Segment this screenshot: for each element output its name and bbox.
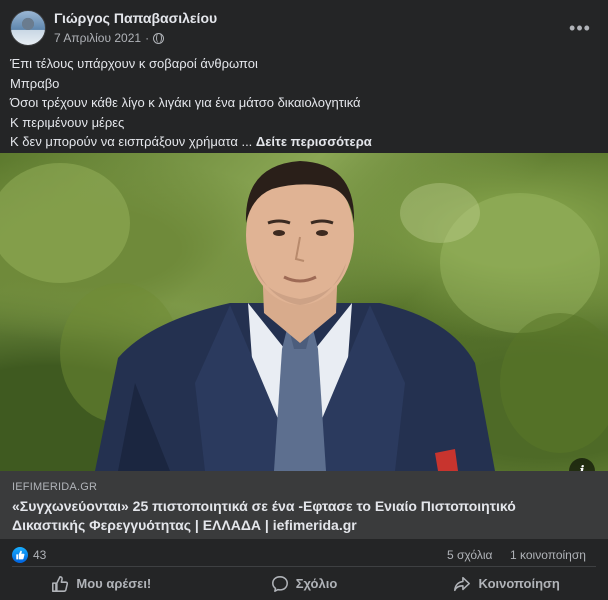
- globe-icon[interactable]: [153, 32, 165, 44]
- comment-label: Σχόλιο: [295, 576, 338, 591]
- post-date[interactable]: 7 Απριλίου 2021: [54, 31, 141, 45]
- share-button[interactable]: Κοινοποίηση: [405, 567, 608, 600]
- post-text-line-5: Κ δεν μπορούν να εισπράξουν χρήματα: [10, 134, 238, 149]
- see-more-link[interactable]: Δείτε περισσότερα: [256, 134, 372, 149]
- more-options-button[interactable]: •••: [566, 14, 594, 42]
- link-preview-image[interactable]: [0, 153, 608, 471]
- thumbs-up-icon[interactable]: [12, 547, 28, 563]
- meta-separator: ·: [145, 31, 150, 45]
- thumbs-up-outline-icon: [52, 575, 69, 592]
- more-horizontal-icon: •••: [569, 17, 591, 38]
- share-label: Κοινοποίηση: [478, 576, 560, 591]
- post-text: Έπι τέλους υπάρχουν κ σοβαροί άνθρωποι Μ…: [10, 54, 600, 152]
- thumbs-up-glyph: [16, 550, 25, 560]
- ellipsis: ...: [237, 134, 256, 149]
- like-label: Μου αρέσει!: [76, 576, 152, 591]
- shares-count[interactable]: 1 κοινοποίηση: [510, 548, 586, 562]
- facebook-post: Γιώργος Παπαβασιλείου 7 Απριλίου 2021 · …: [0, 0, 608, 600]
- like-count[interactable]: 43: [33, 548, 46, 562]
- comment-bubble-icon: [271, 575, 288, 592]
- link-domain: IEFIMERIDA.GR: [12, 481, 98, 493]
- action-bar: Μου αρέσει! Σχόλιο Κοινοποίηση: [0, 567, 608, 600]
- post-text-line: Κ δεν μπορούν να εισπράξουν χρήματα ... …: [10, 132, 600, 152]
- comment-button[interactable]: Σχόλιο: [203, 567, 406, 600]
- link-preview-box[interactable]: IEFIMERIDA.GR «Συγχωνεύονται» 25 πιστοπο…: [0, 471, 608, 539]
- post-text-line: Όσοι τρέχουν κάθε λίγο κ λιγάκι για ένα …: [10, 95, 361, 110]
- share-arrow-icon: [454, 576, 471, 591]
- post-meta: 7 Απριλίου 2021 ·: [54, 31, 165, 45]
- post-header: Γιώργος Παπαβασιλείου 7 Απριλίου 2021 · …: [0, 0, 608, 54]
- portrait-illustration: [0, 161, 608, 471]
- author-avatar[interactable]: [10, 10, 46, 46]
- post-text-line: Κ περιμένουν μέρες: [10, 114, 125, 130]
- author-name[interactable]: Γιώργος Παπαβασιλείου: [54, 10, 217, 26]
- post-text-line: Έπι τέλους υπάρχουν κ σοβαροί άνθρωποι: [10, 56, 258, 71]
- link-headline[interactable]: «Συγχωνεύονται» 25 πιστοποιητικά σε ένα …: [12, 497, 592, 535]
- like-button[interactable]: Μου αρέσει!: [0, 567, 203, 600]
- post-text-line: Μπραβο: [10, 75, 60, 91]
- comments-count[interactable]: 5 σχόλια: [447, 548, 492, 562]
